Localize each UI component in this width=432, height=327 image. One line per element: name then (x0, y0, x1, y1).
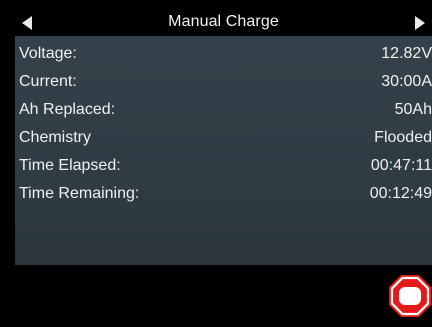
reading-label: Voltage: (19, 45, 77, 62)
reading-value: 50Ah (394, 101, 432, 118)
stop-charge-button[interactable] (388, 274, 432, 318)
reading-label: Chemistry (19, 129, 92, 146)
charger-screen: Manual Charge Voltage: 12.82V Current: 3… (15, 10, 432, 327)
reading-row-voltage: Voltage: 12.82V (15, 40, 432, 68)
reading-row-chemistry: Chemistry Flooded (15, 124, 432, 152)
reading-value: 30:00A (381, 73, 432, 90)
reading-label: Time Remaining: (19, 185, 140, 202)
right-arrow-icon (415, 15, 425, 30)
reading-row-current: Current: 30:00A (15, 68, 432, 96)
reading-row-ah-replaced: Ah Replaced: 50Ah (15, 96, 432, 124)
stop-icon (389, 275, 431, 317)
reading-value: 00:47:11 (370, 157, 432, 174)
previous-screen-button[interactable] (17, 13, 37, 32)
next-screen-button[interactable] (410, 13, 430, 32)
reading-label: Time Elapsed: (19, 157, 121, 174)
footer-bar (15, 265, 432, 327)
reading-label: Current: (19, 73, 77, 90)
title-bar: Manual Charge (15, 10, 432, 35)
reading-row-time-elapsed: Time Elapsed: 00:47:11 (15, 152, 432, 180)
reading-value: 00:12:49 (369, 185, 432, 202)
reading-value: 12.82V (381, 45, 432, 62)
reading-value: Flooded (374, 129, 432, 146)
reading-label: Ah Replaced: (19, 101, 116, 118)
reading-row-time-remaining: Time Remaining: 00:12:49 (15, 180, 432, 208)
readings-panel: Voltage: 12.82V Current: 30:00A Ah Repla… (15, 36, 432, 265)
page-title: Manual Charge (168, 13, 279, 30)
left-arrow-icon (22, 15, 32, 30)
